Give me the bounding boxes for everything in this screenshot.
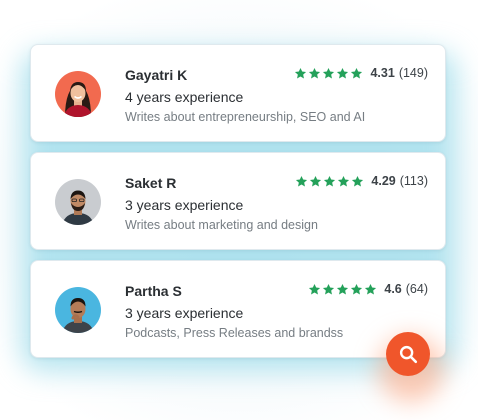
rating-score: 4.6 xyxy=(384,282,402,296)
writer-description: Writes about marketing and design xyxy=(125,218,318,232)
avatar xyxy=(55,71,101,117)
writer-card[interactable]: Partha S 3 years experience Podcasts, Pr… xyxy=(30,260,446,358)
star-icon xyxy=(309,175,322,188)
rating-score: 4.31 xyxy=(370,66,395,80)
search-button[interactable] xyxy=(386,332,430,376)
writer-card[interactable]: Saket R 3 years experience Writes about … xyxy=(30,152,446,250)
star-rating xyxy=(295,175,364,188)
review-count: (149) xyxy=(398,66,428,80)
writer-card[interactable]: Gayatri K 4 years experience Writes abou… xyxy=(30,44,446,142)
writer-name: Saket R xyxy=(125,175,177,191)
star-icon xyxy=(337,175,350,188)
writer-rating: 4.6 (64) xyxy=(308,282,428,296)
star-icon xyxy=(294,67,307,80)
star-icon xyxy=(350,283,363,296)
star-icon xyxy=(364,283,377,296)
writer-experience: 3 years experience xyxy=(125,197,244,213)
star-rating xyxy=(294,67,363,80)
avatar xyxy=(55,179,101,225)
star-icon xyxy=(351,175,364,188)
rating-score: 4.29 xyxy=(371,174,396,188)
search-icon xyxy=(397,343,419,365)
star-rating xyxy=(308,283,377,296)
writer-description: Writes about entrepreneurship, SEO and A… xyxy=(125,110,366,124)
star-icon xyxy=(336,283,349,296)
writer-name: Gayatri K xyxy=(125,67,188,83)
star-icon xyxy=(308,67,321,80)
writer-name: Partha S xyxy=(125,283,182,299)
writer-experience: 4 years experience xyxy=(125,89,244,105)
writer-description: Podcasts, Press Releases and brandss xyxy=(125,326,344,340)
star-icon xyxy=(323,175,336,188)
review-count: (113) xyxy=(399,174,428,188)
writer-rating: 4.31 (149) xyxy=(294,66,428,80)
review-count: (64) xyxy=(405,282,428,296)
star-icon xyxy=(308,283,321,296)
star-icon xyxy=(322,283,335,296)
writer-rating: 4.29 (113) xyxy=(295,174,428,188)
avatar xyxy=(55,287,101,333)
star-icon xyxy=(350,67,363,80)
star-icon xyxy=(295,175,308,188)
star-icon xyxy=(322,67,335,80)
star-icon xyxy=(336,67,349,80)
writer-experience: 3 years experience xyxy=(125,305,244,321)
